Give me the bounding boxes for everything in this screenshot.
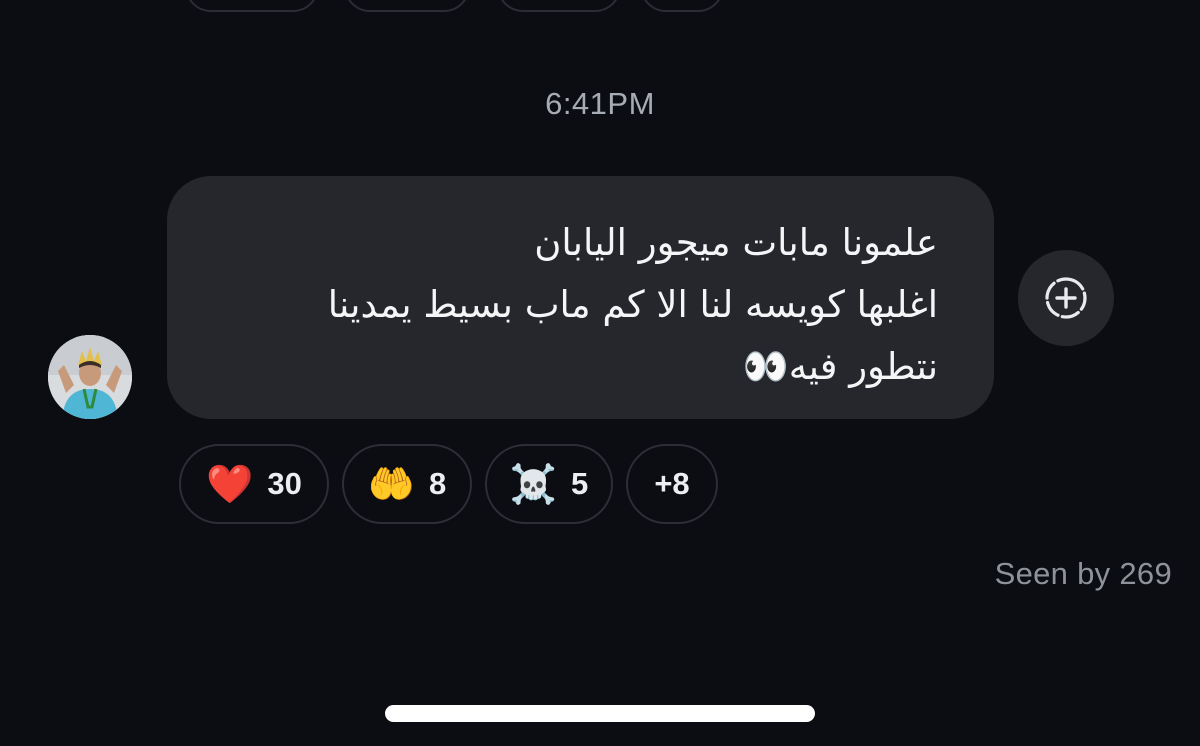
more-reactions-button[interactable]: +8: [626, 444, 718, 524]
reaction-palms-up[interactable]: 🤲 8: [342, 444, 472, 524]
user-avatar-image: [48, 335, 132, 419]
seen-by-label[interactable]: Seen by 269: [995, 556, 1172, 592]
reaction-heart[interactable]: ❤️ 30: [179, 444, 329, 524]
previous-reaction-pill[interactable]: [344, 0, 470, 12]
previous-reaction-pill[interactable]: [185, 0, 319, 12]
message-line: نتطور فيه👀: [742, 345, 938, 388]
previous-reaction-pill[interactable]: [640, 0, 724, 12]
message-bubble[interactable]: علمونا مابات ميجور اليابان اغلبها كويسه …: [167, 176, 994, 419]
reaction-count: 30: [267, 466, 302, 501]
heart-icon: ❤️: [206, 462, 254, 506]
reaction-count: 8: [429, 466, 447, 501]
palms-up-icon: 🤲: [367, 462, 416, 506]
more-reactions-count: +8: [654, 466, 690, 501]
previous-reaction-pill[interactable]: [497, 0, 621, 12]
message-line: اغلبها كويسه لنا الا كم ماب بسيط يمدينا: [327, 283, 938, 326]
message-line: علمونا مابات ميجور اليابان: [534, 221, 938, 264]
skull-crossbones-icon: ☠️: [509, 462, 558, 506]
reaction-count: 5: [571, 466, 589, 501]
message-timestamp: 6:41PM: [545, 86, 655, 121]
add-reaction-icon: [1045, 277, 1087, 319]
reactions-bar: ❤️ 30 🤲 8 ☠️ 5 +8: [179, 444, 718, 524]
home-indicator[interactable]: [385, 705, 815, 722]
add-reaction-button[interactable]: [1018, 250, 1114, 346]
sender-avatar[interactable]: [48, 335, 132, 419]
reaction-skull[interactable]: ☠️ 5: [485, 444, 613, 524]
chat-screen: 6:41PM علمونا مابات ميجور اليابان اغلبها…: [0, 0, 1200, 746]
